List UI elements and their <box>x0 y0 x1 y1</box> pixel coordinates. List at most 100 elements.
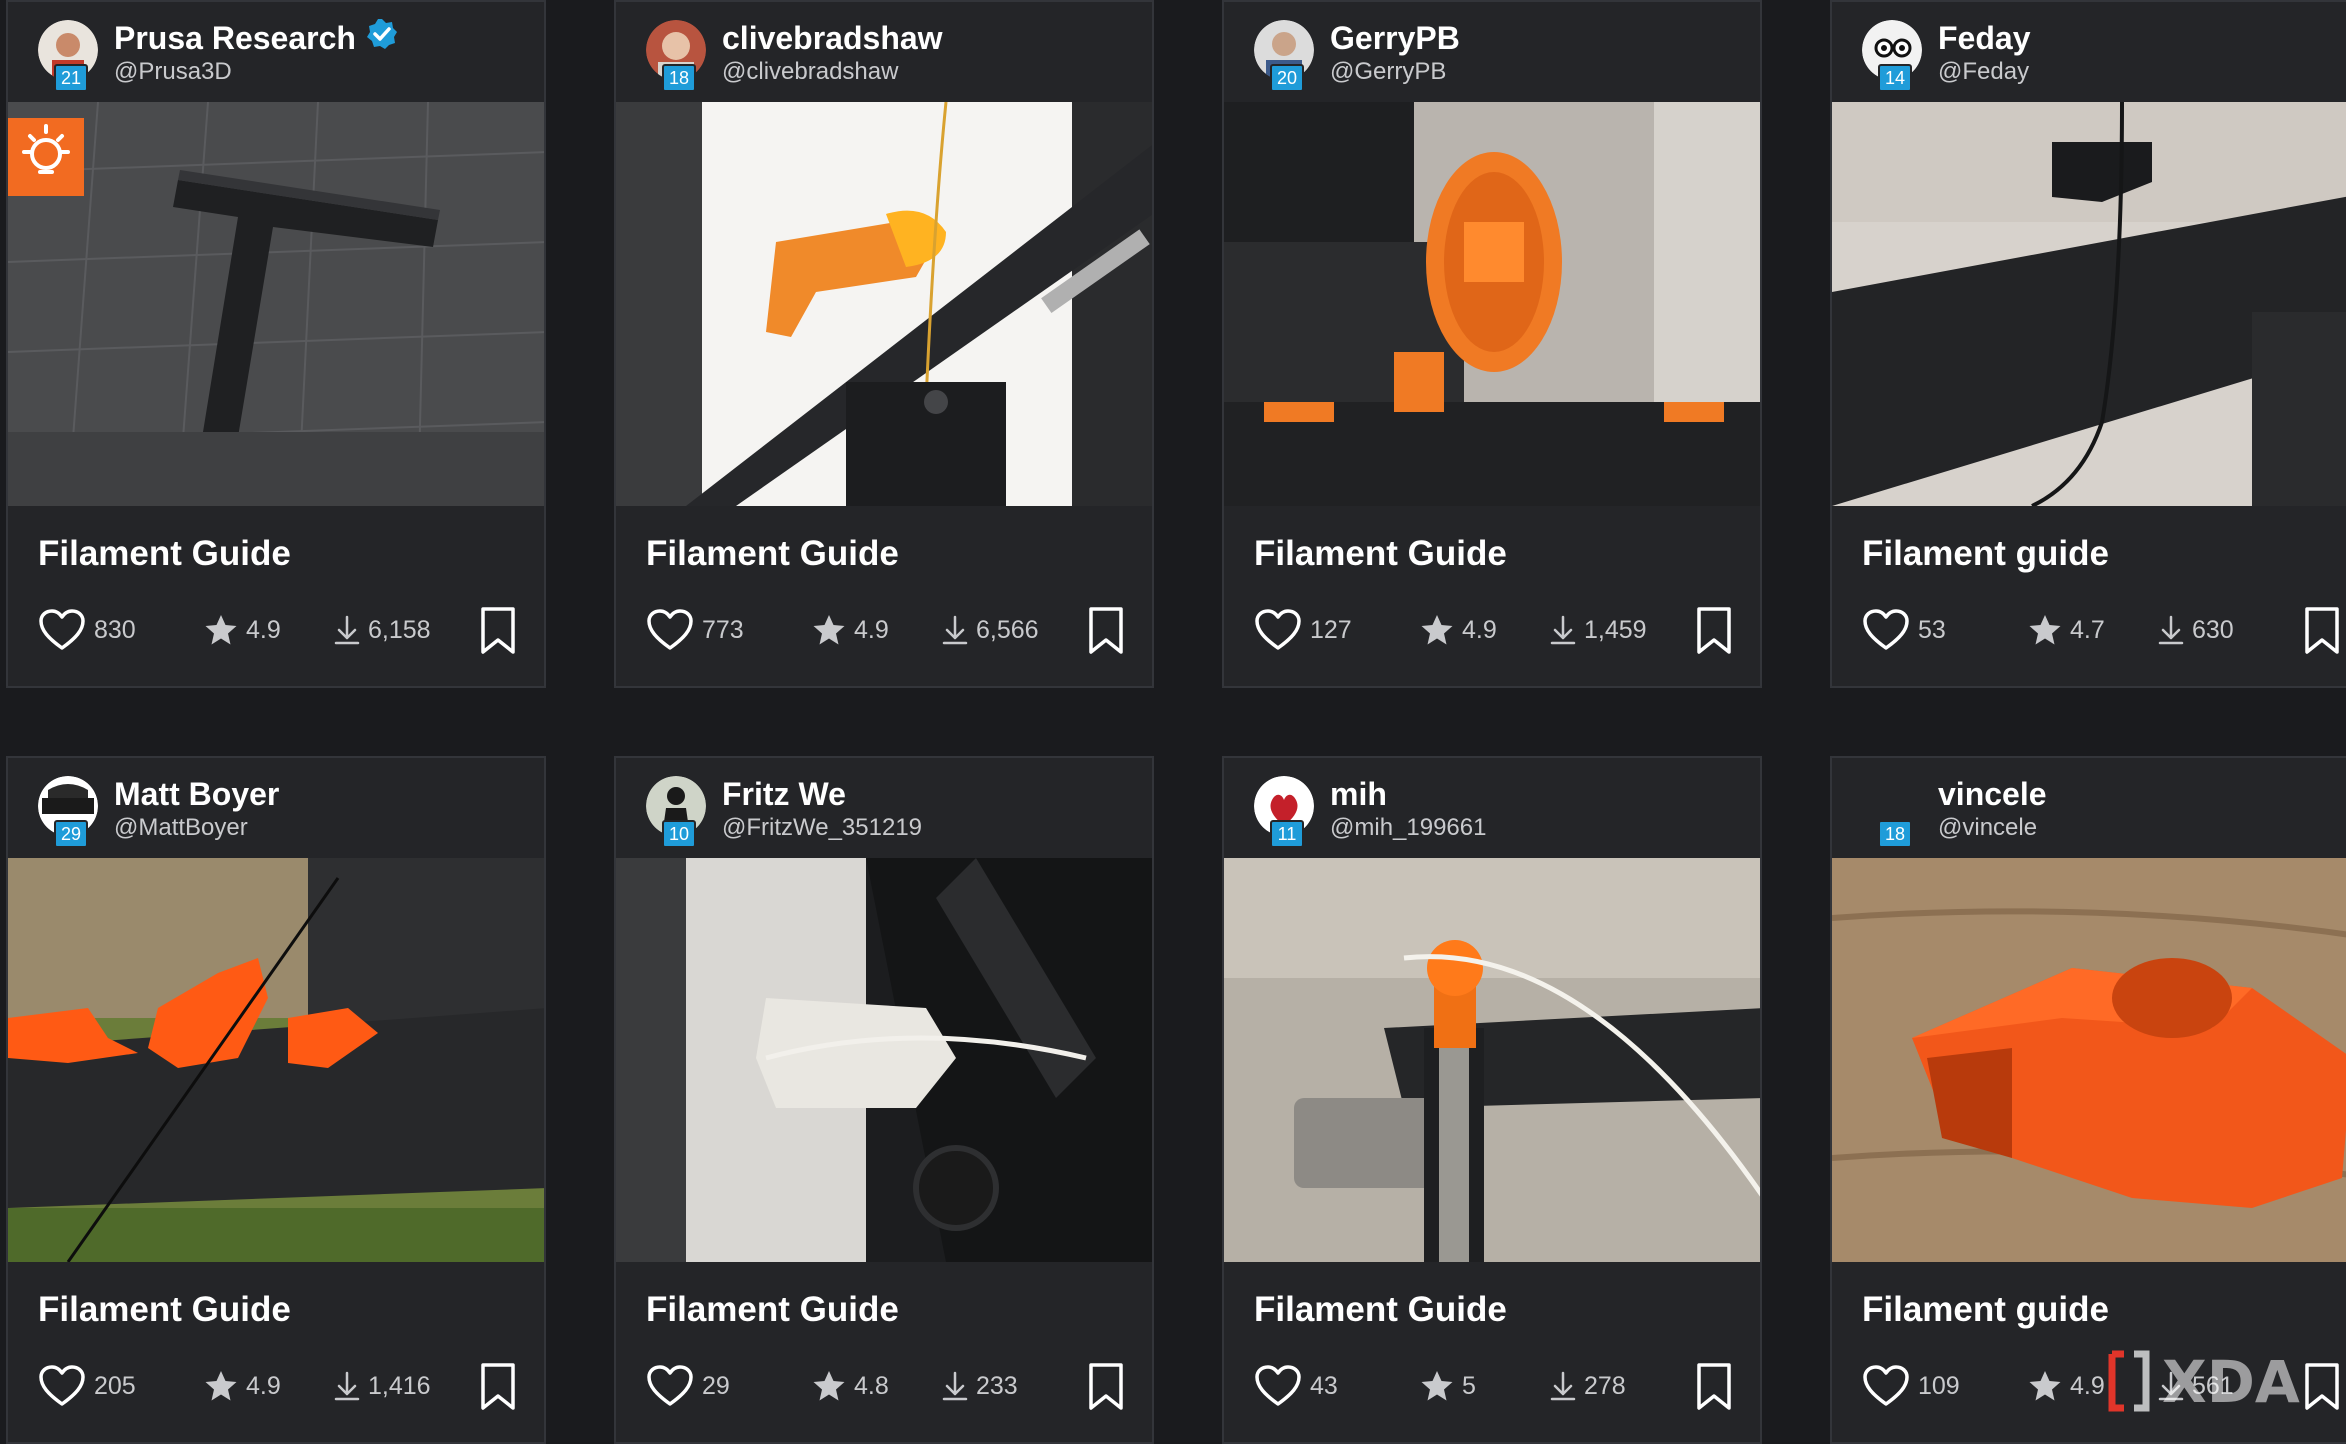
model-card[interactable]: 18 clivebradshaw @clivebradshaw Filament… <box>614 0 1154 688</box>
bookmark-button[interactable] <box>478 606 518 656</box>
model-image[interactable] <box>1224 858 1760 1262</box>
like-button[interactable]: 127 <box>1254 602 1352 658</box>
card-author: 29 Matt Boyer @MattBoyer <box>8 758 544 858</box>
author-name[interactable]: vincele <box>1938 776 2047 813</box>
rating: 4.7 <box>2028 602 2105 658</box>
star-icon <box>2028 614 2062 646</box>
heart-icon <box>646 608 694 652</box>
model-stats: 127 4.9 1,459 <box>1254 602 1734 658</box>
model-stats: 29 4.8 233 <box>646 1358 1126 1414</box>
model-card[interactable]: 21 Prusa Research @Prusa3D Filament Guid… <box>6 0 546 688</box>
model-image[interactable] <box>1832 858 2346 1262</box>
model-title[interactable]: Filament Guide <box>1254 534 1507 574</box>
author-handle[interactable]: @vincele <box>1938 814 2037 842</box>
bookmark-icon <box>481 1363 515 1410</box>
model-card[interactable]: 14 Feday @Feday Filament guide 53 4.7 63… <box>1830 0 2346 688</box>
author-handle[interactable]: @clivebradshaw <box>722 58 898 86</box>
author-handle[interactable]: @Prusa3D <box>114 58 232 86</box>
card-author: 10 Fritz We @FritzWe_351219 <box>616 758 1152 858</box>
card-author: 21 Prusa Research @Prusa3D <box>8 2 544 102</box>
like-count: 205 <box>94 1371 136 1400</box>
author-handle[interactable]: @mih_199661 <box>1330 814 1486 842</box>
model-card[interactable]: 20 GerryPB @GerryPB Filament Guide 127 4… <box>1222 0 1762 688</box>
author-handle[interactable]: @Feday <box>1938 58 2029 86</box>
author-handle[interactable]: @FritzWe_351219 <box>722 814 922 842</box>
model-title[interactable]: Filament Guide <box>1254 1290 1507 1330</box>
model-image[interactable] <box>8 858 544 1262</box>
model-title[interactable]: Filament Guide <box>646 534 899 574</box>
card-author: 18 clivebradshaw @clivebradshaw <box>616 2 1152 102</box>
download-icon <box>334 1370 360 1402</box>
rating-value: 4.7 <box>2070 615 2105 644</box>
download-count: 630 <box>2192 615 2234 644</box>
rating: 4.9 <box>2028 1358 2105 1414</box>
model-card[interactable]: 11 mih @mih_199661 Filament Guide 43 5 2… <box>1222 756 1762 1444</box>
model-image[interactable] <box>1224 102 1760 506</box>
like-button[interactable]: 773 <box>646 602 744 658</box>
download-icon <box>2158 614 2184 646</box>
rating: 4.8 <box>812 1358 889 1414</box>
author-name[interactable]: Prusa Research <box>114 18 398 58</box>
bookmark-button[interactable] <box>1694 1362 1734 1412</box>
like-button[interactable]: 830 <box>38 602 136 658</box>
model-image[interactable] <box>616 858 1152 1262</box>
model-title[interactable]: Filament Guide <box>38 534 291 574</box>
model-image[interactable] <box>1832 102 2346 506</box>
level-badge: 21 <box>54 64 88 92</box>
model-title[interactable]: Filament Guide <box>38 1290 291 1330</box>
star-icon <box>204 614 238 646</box>
author-name[interactable]: Feday <box>1938 20 2030 57</box>
bookmark-button[interactable] <box>2302 606 2342 656</box>
model-title[interactable]: Filament guide <box>1862 534 2109 574</box>
author-name[interactable]: GerryPB <box>1330 20 1460 57</box>
model-image[interactable] <box>616 102 1152 506</box>
author-name[interactable]: Matt Boyer <box>114 776 279 813</box>
like-button[interactable]: 53 <box>1862 602 1946 658</box>
rating: 5 <box>1420 1358 1476 1414</box>
download-icon <box>334 614 360 646</box>
bookmark-button[interactable] <box>1086 606 1126 656</box>
download-icon <box>1550 614 1576 646</box>
like-button[interactable]: 43 <box>1254 1358 1338 1414</box>
model-card[interactable]: 29 Matt Boyer @MattBoyer Filament Guide … <box>6 756 546 1444</box>
heart-icon <box>38 608 86 652</box>
download-count: 6,158 <box>368 615 431 644</box>
svg-text:XDA: XDA <box>2162 1348 2300 1416</box>
card-author: 14 Feday @Feday <box>1832 2 2346 102</box>
bookmark-icon <box>2305 607 2339 654</box>
star-icon <box>2028 1370 2062 1402</box>
downloads: 278 <box>1550 1358 1626 1414</box>
downloads: 233 <box>942 1358 1018 1414</box>
bookmark-icon <box>1697 1363 1731 1410</box>
downloads: 6,566 <box>942 602 1039 658</box>
author-name[interactable]: clivebradshaw <box>722 20 943 57</box>
model-title[interactable]: Filament Guide <box>646 1290 899 1330</box>
like-button[interactable]: 109 <box>1862 1358 1960 1414</box>
rating-value: 4.9 <box>1462 615 1497 644</box>
author-handle[interactable]: @GerryPB <box>1330 58 1446 86</box>
rating-value: 4.9 <box>2070 1371 2105 1400</box>
rating-value: 4.9 <box>854 615 889 644</box>
card-author: 20 GerryPB @GerryPB <box>1224 2 1760 102</box>
heart-icon <box>646 1364 694 1408</box>
model-title[interactable]: Filament guide <box>1862 1290 2109 1330</box>
like-count: 53 <box>1918 615 1946 644</box>
bookmark-button[interactable] <box>478 1362 518 1412</box>
like-count: 29 <box>702 1371 730 1400</box>
heart-icon <box>1862 608 1910 652</box>
model-image[interactable] <box>8 102 544 506</box>
model-card[interactable]: 10 Fritz We @FritzWe_351219 Filament Gui… <box>614 756 1154 1444</box>
author-name[interactable]: mih <box>1330 776 1387 813</box>
like-button[interactable]: 205 <box>38 1358 136 1414</box>
level-badge: 20 <box>1270 64 1304 92</box>
download-count: 233 <box>976 1371 1018 1400</box>
like-button[interactable]: 29 <box>646 1358 730 1414</box>
author-handle[interactable]: @MattBoyer <box>114 814 248 842</box>
author-name[interactable]: Fritz We <box>722 776 846 813</box>
model-grid: 21 Prusa Research @Prusa3D Filament Guid… <box>0 0 2346 1444</box>
bookmark-button[interactable] <box>1086 1362 1126 1412</box>
model-card[interactable]: 18 vincele @vincele Filament guide 109 4… <box>1830 756 2346 1444</box>
bookmark-button[interactable] <box>1694 606 1734 656</box>
download-count: 6,566 <box>976 615 1039 644</box>
bookmark-icon <box>481 607 515 654</box>
